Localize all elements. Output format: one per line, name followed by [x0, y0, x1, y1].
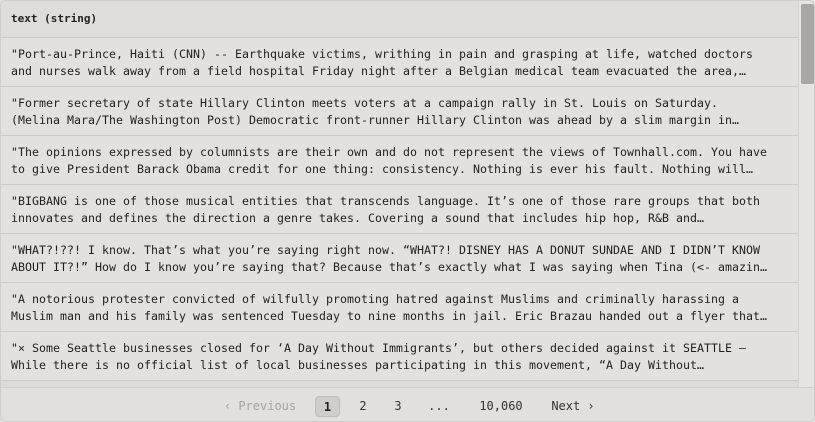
dataset-viewer: text (string) "Port-au-Prince, Haiti (CN…: [0, 0, 815, 422]
table-row[interactable]: "A notorious protester convicted of wilf…: [1, 283, 799, 332]
cell-text-line: "WHAT?!??! I know. That’s what you’re sa…: [11, 243, 761, 257]
cell-text-line: "Former secretary of state Hillary Clint…: [11, 96, 719, 110]
cell-text-line: "× Some Seattle businesses closed for ‘A…: [11, 341, 747, 355]
page-1-button[interactable]: 1: [315, 396, 340, 417]
cell-text-line: and nurses walk away from a field hospit…: [11, 64, 747, 78]
cell-text-line: While there is no official list of local…: [11, 358, 705, 372]
scrollbar-thumb[interactable]: [801, 4, 814, 84]
table-row[interactable]: "Port-au-Prince, Haiti (CNN) -- Earthqua…: [1, 38, 799, 87]
last-page-button[interactable]: 10,060: [473, 396, 529, 417]
previous-page-button[interactable]: ‹ Previous: [220, 396, 300, 417]
table-row[interactable]: "BIGBANG is one of those musical entitie…: [1, 185, 799, 234]
cell-text-line: "Port-au-Prince, Haiti (CNN) -- Earthqua…: [11, 47, 754, 61]
table-row[interactable]: "The opinions expressed by columnists ar…: [1, 136, 799, 185]
data-table: text (string) "Port-au-Prince, Haiti (CN…: [1, 1, 799, 387]
cell-text-line: Muslim man and his family was sentenced …: [11, 309, 768, 323]
cell-text-line: "BIGBANG is one of those musical entitie…: [11, 194, 761, 208]
cell-text-line: to give President Barack Obama credit fo…: [11, 162, 754, 176]
cell-text-line: ABOUT IT?!” How do I know you’re saying …: [11, 260, 768, 274]
cell-text-line: "A notorious protester convicted of wilf…: [11, 292, 740, 306]
cell-text-line: (Melina Mara/The Washington Post) Democr…: [11, 113, 740, 127]
next-page-button[interactable]: Next ›: [545, 396, 601, 417]
cell-text-line: "The opinions expressed by columnists ar…: [11, 145, 768, 159]
table-row[interactable]: "WHAT?!??! I know. That’s what you’re sa…: [1, 234, 799, 283]
table-row[interactable]: "Former secretary of state Hillary Clint…: [1, 87, 799, 136]
page-3-button[interactable]: 3: [388, 396, 408, 417]
page-2-button[interactable]: 2: [353, 396, 373, 417]
table-row[interactable]: "× Some Seattle businesses closed for ‘A…: [1, 332, 799, 381]
column-header-text[interactable]: text (string): [1, 1, 799, 38]
pagination-bar: ‹ Previous 1 2 3 ... 10,060 Next ›: [1, 387, 814, 421]
cell-text-line: innovates and defines the direction a ge…: [11, 211, 705, 225]
vertical-scrollbar[interactable]: [798, 1, 814, 387]
pagination-ellipsis: ...: [428, 399, 450, 413]
